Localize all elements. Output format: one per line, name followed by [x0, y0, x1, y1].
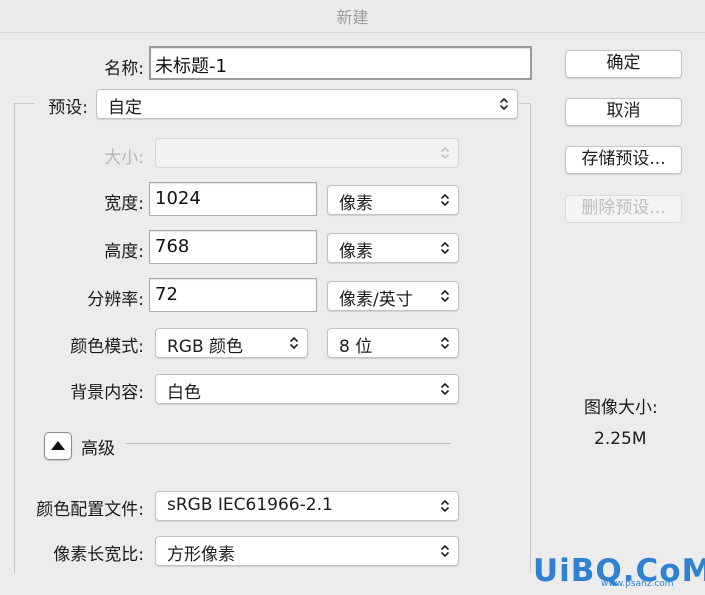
height-unit-select[interactable]: 像素	[327, 233, 459, 263]
width-unit-select[interactable]: 像素	[327, 185, 459, 215]
image-size-value: 2.25M	[594, 429, 647, 449]
chevron-updown-icon	[440, 289, 450, 303]
window-title: 新建	[336, 8, 369, 27]
chevron-updown-icon	[440, 499, 450, 513]
chevron-updown-icon	[440, 336, 450, 350]
height-unit-value: 像素	[339, 242, 373, 262]
resolution-unit-value: 像素/英寸	[339, 290, 413, 310]
width-unit-value: 像素	[339, 194, 373, 214]
preset-label: 预设:	[48, 98, 88, 118]
color-profile-select[interactable]: sRGB IEC61966-2.1	[155, 491, 459, 521]
ok-button[interactable]: 确定	[565, 50, 682, 78]
resolution-unit-select[interactable]: 像素/英寸	[327, 281, 459, 311]
chevron-updown-icon	[440, 193, 450, 207]
preset-select[interactable]: 自定	[96, 89, 518, 119]
chevron-updown-icon	[440, 241, 450, 255]
save-preset-button[interactable]: 存储预设...	[565, 146, 682, 174]
preset-select-value: 自定	[108, 98, 142, 118]
window-titlebar: 新建	[0, 0, 705, 33]
delete-preset-button: 删除预设...	[565, 195, 682, 223]
chevron-updown-icon	[440, 146, 450, 160]
name-label: 名称:	[104, 59, 144, 79]
bit-depth-select[interactable]: 8 位	[327, 328, 459, 358]
chevron-updown-icon	[440, 544, 450, 558]
color-mode-label: 颜色模式:	[70, 337, 144, 357]
pixel-aspect-value: 方形像素	[167, 545, 235, 565]
color-profile-label: 颜色配置文件:	[36, 500, 144, 520]
pixel-aspect-label: 像素长宽比:	[53, 545, 144, 565]
height-field[interactable]: 768	[149, 230, 317, 264]
name-field[interactable]: 未标题-1	[149, 46, 532, 80]
size-select	[155, 138, 459, 168]
color-mode-select[interactable]: RGB 颜色	[155, 328, 308, 358]
cancel-button[interactable]: 取消	[565, 98, 682, 126]
background-value: 白色	[167, 383, 201, 403]
advanced-divider	[126, 443, 451, 444]
chevron-updown-icon	[440, 382, 450, 396]
watermark-url: www.psahz.com	[601, 579, 674, 589]
image-size-label: 图像大小:	[584, 398, 658, 418]
group-box-edge	[519, 103, 531, 104]
advanced-label: 高级	[81, 439, 115, 459]
width-field[interactable]: 1024	[149, 182, 317, 216]
advanced-disclosure-button[interactable]	[44, 432, 72, 460]
resolution-label: 分辨率:	[87, 290, 144, 310]
triangle-up-icon	[51, 441, 65, 450]
width-label: 宽度:	[104, 194, 144, 214]
background-select[interactable]: 白色	[155, 374, 459, 404]
chevron-updown-icon	[289, 336, 299, 350]
pixel-aspect-select[interactable]: 方形像素	[155, 536, 459, 566]
color-profile-value: sRGB IEC61966-2.1	[167, 495, 333, 515]
size-label: 大小:	[104, 148, 144, 168]
height-label: 高度:	[104, 242, 144, 262]
group-box-gap-right	[518, 100, 528, 108]
bit-depth-value: 8 位	[339, 337, 373, 357]
color-mode-value: RGB 颜色	[167, 337, 244, 357]
chevron-updown-icon	[499, 97, 509, 111]
resolution-field[interactable]: 72	[149, 278, 317, 312]
background-label: 背景内容:	[70, 383, 144, 403]
